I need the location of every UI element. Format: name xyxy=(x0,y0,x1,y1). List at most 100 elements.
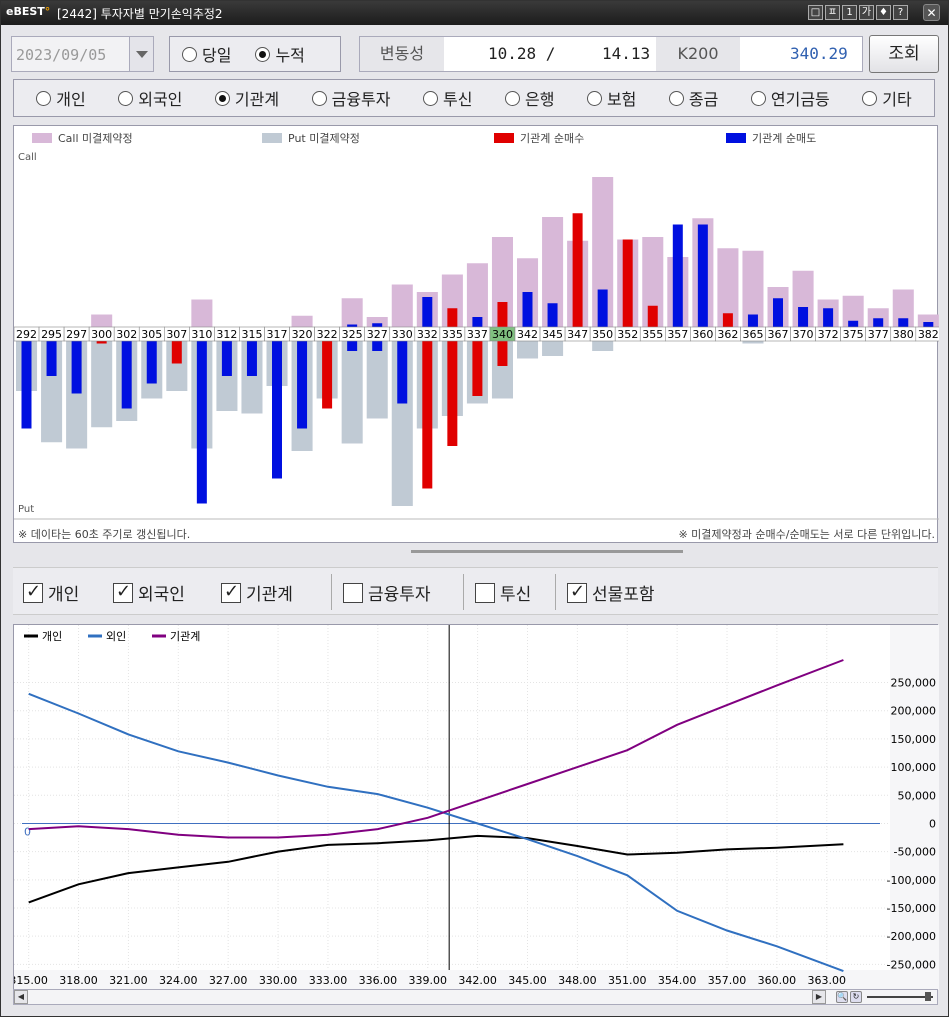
filter-checkbox-4[interactable]: 투신 xyxy=(475,580,531,605)
investor-radio-label: 보험 xyxy=(606,90,637,109)
filter-checkbox-2[interactable]: 기관계 xyxy=(221,580,293,605)
investor-radio-label: 기관계 xyxy=(234,90,280,109)
investor-radio-2[interactable]: 기관계 xyxy=(214,86,280,110)
filter-separator xyxy=(555,574,556,610)
investor-radio-8[interactable]: 연기금등 xyxy=(750,86,830,110)
title-button-4[interactable]: ♦ xyxy=(876,5,891,20)
title-button-5[interactable]: ? xyxy=(893,5,908,20)
strike-label: 332 xyxy=(417,328,438,341)
filter-checkbox-1[interactable]: 외국인 xyxy=(113,580,185,605)
investor-radio-7[interactable]: 종금 xyxy=(668,86,718,110)
mode-radio-1[interactable]: 누적 xyxy=(255,42,305,66)
call-net-bar xyxy=(722,313,733,327)
checkbox-icon[interactable] xyxy=(475,582,495,603)
call-net-bar xyxy=(597,289,608,327)
call-net-bar xyxy=(522,292,533,327)
panel-splitter[interactable] xyxy=(411,550,683,553)
strike-label: 370 xyxy=(793,328,814,341)
radio-circle-icon[interactable] xyxy=(311,90,327,106)
checkbox-icon[interactable] xyxy=(113,581,133,603)
mode-radio-0[interactable]: 당일 xyxy=(182,42,231,66)
title-button-2[interactable]: 1 xyxy=(842,5,857,20)
investor-radio-6[interactable]: 보험 xyxy=(586,86,637,110)
radio-circle-icon[interactable] xyxy=(36,90,52,106)
title-button-3[interactable]: 가 xyxy=(859,5,874,20)
investor-radio-label: 투신 xyxy=(443,90,473,109)
scroll-right-icon[interactable]: ▶ xyxy=(812,990,826,1004)
put-net-bar xyxy=(171,341,182,364)
checkbox-icon[interactable] xyxy=(23,581,43,603)
date-picker[interactable]: 2023/09/05 xyxy=(11,36,154,72)
radio-circle-icon[interactable] xyxy=(750,90,766,106)
call-net-bar xyxy=(647,305,658,327)
investor-radio-label: 은행 xyxy=(524,90,555,109)
filter-checkbox-group: 개인 외국인 기관계 금융투자 투신 선물포함 xyxy=(13,567,938,615)
volatility-value-1: 10.28 / xyxy=(488,44,556,63)
strike-label: 317 xyxy=(267,328,288,341)
radio-circle-icon[interactable] xyxy=(862,90,878,106)
call-oi-bar xyxy=(391,284,413,327)
put-oi-bar xyxy=(341,341,363,444)
y-tick-label: 100,000 xyxy=(891,761,937,774)
investor-radio-5[interactable]: 은행 xyxy=(504,86,555,110)
radio-circle-icon[interactable] xyxy=(255,46,271,62)
put-net-bar xyxy=(447,341,458,446)
volatility-value-2: 14.13 xyxy=(602,44,651,63)
call-net-bar xyxy=(372,323,383,327)
scroll-left-icon[interactable]: ◀ xyxy=(14,990,28,1004)
close-button[interactable]: ✕ xyxy=(923,4,940,21)
radio-circle-icon[interactable] xyxy=(668,90,684,106)
lookup-button[interactable]: 조회 xyxy=(869,35,939,73)
investor-radio-group: 개인 외국인 기관계 금융투자 투신 은행 보험 종금 연기금등 기타 xyxy=(13,79,935,117)
filter-checkbox-5[interactable]: 선물포함 xyxy=(567,580,655,605)
filter-separator xyxy=(331,574,332,610)
title-button-1[interactable]: ㅍ xyxy=(825,5,840,20)
checkbox-icon[interactable] xyxy=(221,581,241,603)
zoom-in-icon[interactable]: 🔍 xyxy=(836,991,848,1003)
radio-circle-icon[interactable] xyxy=(423,90,438,106)
strike-label: 310 xyxy=(191,328,212,341)
chevron-down-icon[interactable] xyxy=(129,37,153,71)
radio-circle-icon[interactable] xyxy=(586,90,602,106)
checkbox-icon[interactable] xyxy=(567,581,587,603)
radio-circle-icon[interactable] xyxy=(214,90,230,106)
unit-note: ※ 미결제약정과 순매수/순매도는 서로 다른 단위입니다. xyxy=(678,528,935,541)
x-tick-label: 330.00 xyxy=(259,974,298,987)
call-oi-bar xyxy=(341,298,363,327)
investor-radio-0[interactable]: 개인 xyxy=(36,86,86,110)
investor-radio-9[interactable]: 기타 xyxy=(862,86,912,110)
investor-radio-label: 외국인 xyxy=(138,90,183,109)
radio-circle-icon[interactable] xyxy=(504,90,520,106)
call-oi-bar xyxy=(91,314,113,327)
checkbox-icon[interactable] xyxy=(343,582,363,603)
title-button-0[interactable]: □ xyxy=(808,5,823,20)
strike-label: 297 xyxy=(66,328,87,341)
y-tick-label: -100,000 xyxy=(887,874,936,887)
strike-label: 312 xyxy=(216,328,237,341)
title-bar[interactable]: eBEST° [2442] 투자자별 만기손익추정2 □ ㅍ 1 가 ♦? ✕ xyxy=(1,1,948,25)
investor-radio-3[interactable]: 금융투자 xyxy=(311,86,390,110)
radio-circle-icon[interactable] xyxy=(182,46,197,62)
investor-radio-4[interactable]: 투신 xyxy=(423,86,472,110)
put-net-bar xyxy=(297,341,308,429)
legend-label: 외인 xyxy=(106,630,126,643)
y-axis-zero-label: 0 xyxy=(24,825,31,838)
radio-circle-icon[interactable] xyxy=(118,90,134,106)
strike-label: 360 xyxy=(692,328,713,341)
filter-checkbox-0[interactable]: 개인 xyxy=(23,580,79,605)
zoom-reset-icon[interactable]: ↻ xyxy=(850,991,862,1003)
strike-label: 347 xyxy=(567,328,588,341)
index-value: 340.29 xyxy=(790,44,848,63)
strike-label: 330 xyxy=(392,328,413,341)
call-net-bar xyxy=(447,308,458,327)
strike-label: 342 xyxy=(517,328,538,341)
zoom-slider[interactable] xyxy=(867,992,933,1001)
investor-radio-1[interactable]: 외국인 xyxy=(118,86,182,110)
y-tick-label: 0 xyxy=(929,817,936,830)
strike-label: 350 xyxy=(592,328,613,341)
series-line xyxy=(28,834,844,904)
strike-label: 375 xyxy=(843,328,864,341)
filter-checkbox-3[interactable]: 금융투자 xyxy=(343,580,431,605)
horizontal-scrollbar[interactable]: ◀ ▶ 🔍 ↻ xyxy=(13,989,938,1005)
call-net-bar xyxy=(547,303,558,327)
